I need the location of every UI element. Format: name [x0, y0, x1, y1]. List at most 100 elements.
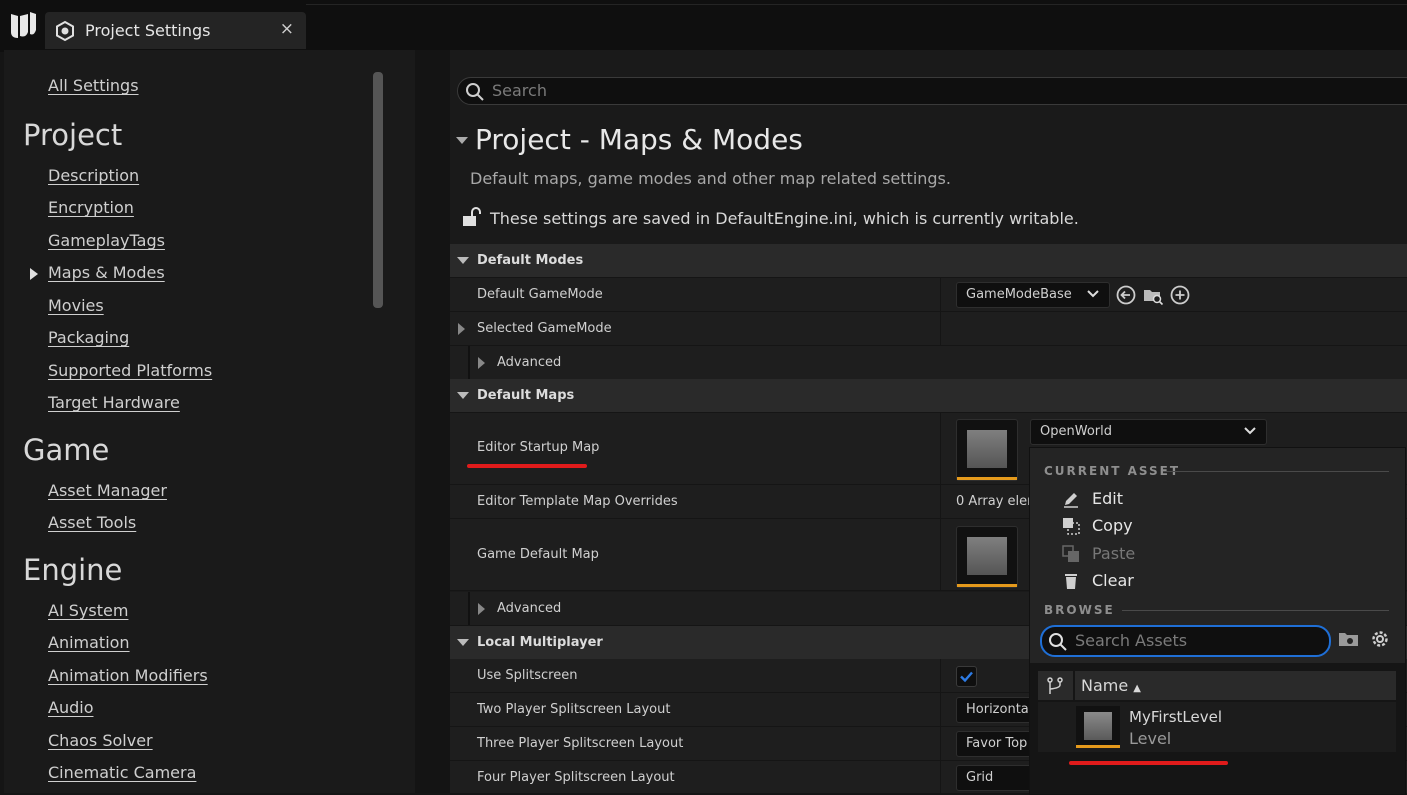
- asset-type: Level: [1129, 729, 1172, 748]
- property-label: Four Player Splitscreen Layout: [477, 770, 675, 785]
- sidebar-item-encryption[interactable]: Encryption: [48, 198, 134, 217]
- dropdown-value: GameModeBase: [966, 287, 1072, 302]
- column-divider: [940, 761, 941, 793]
- sidebar-all-settings[interactable]: All Settings: [48, 76, 139, 95]
- column-divider: [940, 727, 941, 760]
- project-settings-tab[interactable]: Project Settings ×: [45, 12, 306, 49]
- sidebar-item-packaging[interactable]: Packaging: [48, 328, 129, 347]
- chevron-down-icon: [1244, 427, 1256, 435]
- level-asset-thumbnail: [1076, 706, 1120, 748]
- current-asset-header: CURRENT ASSET: [1044, 464, 1181, 478]
- sidebar-item-target-hardware[interactable]: Target Hardware: [48, 393, 180, 412]
- add-new-icon[interactable]: [1169, 284, 1191, 306]
- column-divider: [1073, 671, 1075, 700]
- editor-startup-map-thumbnail[interactable]: [956, 419, 1018, 481]
- sidebar-heading-project: Project: [23, 118, 123, 152]
- expand-caret-icon: [478, 357, 485, 369]
- settings-gear-icon[interactable]: [1369, 628, 1391, 650]
- section-collapse-caret-icon[interactable]: [456, 137, 468, 144]
- search-icon: [466, 83, 484, 101]
- category-caret-icon: [457, 392, 469, 399]
- property-label: Selected GameMode: [477, 321, 612, 336]
- close-tab-icon[interactable]: ×: [280, 19, 294, 39]
- use-selected-arrow-icon[interactable]: [1115, 284, 1137, 306]
- sidebar-item-description[interactable]: Description: [48, 166, 139, 185]
- column-divider: [940, 312, 941, 345]
- menu-item-edit[interactable]: Edit: [1062, 487, 1362, 513]
- asset-list: Name ▲ MyFirstLevel Level: [1030, 663, 1405, 794]
- level-thumbnail-icon: [967, 537, 1007, 575]
- array-count-value: 0 Array elem: [956, 494, 1040, 509]
- category-default-modes[interactable]: Default Modes: [450, 244, 1407, 278]
- selected-arrow-icon: [30, 268, 38, 280]
- indent-guide: [468, 592, 470, 625]
- browse-folder-icon[interactable]: [1142, 284, 1164, 306]
- column-name-label: Name: [1081, 676, 1129, 695]
- sidebar-item-supported-platforms[interactable]: Supported Platforms: [48, 361, 212, 380]
- sidebar-item-audio[interactable]: Audio: [48, 698, 93, 717]
- annotation-underline-asset: [1069, 761, 1228, 765]
- editor-startup-map-dropdown[interactable]: OpenWorld: [1030, 419, 1267, 445]
- source-control-branch-icon[interactable]: [1046, 677, 1064, 695]
- sidebar-item-movies[interactable]: Movies: [48, 296, 104, 315]
- annotation-underline-label: [467, 464, 587, 468]
- paste-icon: [1062, 545, 1079, 562]
- expand-caret-icon: [458, 323, 465, 335]
- unreal-logo-icon[interactable]: [6, 8, 40, 42]
- search-icon: [1049, 633, 1067, 651]
- sidebar-item-maps-modes[interactable]: Maps & Modes: [48, 263, 165, 282]
- browse-header: BROWSE: [1044, 603, 1115, 617]
- property-row-selected-gamemode[interactable]: Selected GameMode: [450, 312, 1407, 346]
- sidebar-item-cinematic-camera[interactable]: Cinematic Camera: [48, 763, 196, 782]
- panel-gutter: [415, 50, 450, 793]
- default-gamemode-dropdown[interactable]: GameModeBase: [956, 282, 1110, 308]
- column-header-name[interactable]: Name ▲: [1081, 676, 1141, 695]
- property-label: Use Splitscreen: [477, 668, 578, 683]
- sidebar-item-asset-manager[interactable]: Asset Manager: [48, 481, 167, 500]
- property-label: Three Player Splitscreen Layout: [477, 736, 684, 751]
- use-splitscreen-checkbox[interactable]: [956, 666, 977, 687]
- config-save-note: These settings are saved in DefaultEngin…: [490, 209, 1079, 228]
- property-row-default-gamemode: Default GameMode: [450, 278, 1407, 312]
- sidebar-item-chaos-solver[interactable]: Chaos Solver: [48, 731, 153, 750]
- asset-type-color-bar: [1076, 745, 1120, 748]
- column-divider: [940, 659, 941, 692]
- sidebar-scrollbar[interactable]: [373, 72, 383, 308]
- menu-item-paste: Paste: [1062, 542, 1362, 568]
- sidebar-item-asset-tools[interactable]: Asset Tools: [48, 513, 136, 532]
- category-label: Local Multiplayer: [477, 635, 603, 650]
- title-bar: Project Settings ×: [0, 0, 1407, 52]
- settings-search-input[interactable]: Search: [457, 77, 1407, 105]
- property-label: Advanced: [497, 355, 562, 370]
- indent-guide: [468, 346, 470, 379]
- sidebar-item-animation[interactable]: Animation: [48, 633, 130, 652]
- dropdown-value: Favor Top: [966, 736, 1028, 751]
- menu-item-clear[interactable]: Clear: [1062, 569, 1362, 595]
- property-label: Advanced: [497, 601, 562, 616]
- menu-divider: [1163, 471, 1389, 472]
- dropdown-value: Horizontal: [966, 702, 1033, 717]
- asset-row-myfirstlevel[interactable]: MyFirstLevel Level: [1038, 702, 1396, 752]
- menu-item-label: Edit: [1092, 489, 1123, 508]
- asset-search-input[interactable]: Search Assets: [1040, 625, 1331, 657]
- folder-search-icon[interactable]: [1338, 629, 1360, 649]
- sidebar-item-ai-system[interactable]: AI System: [48, 601, 128, 620]
- menu-item-label: Copy: [1092, 516, 1133, 535]
- asset-picker-menu: CURRENT ASSET Edit Copy Paste Clear BROW…: [1029, 447, 1406, 795]
- property-row-advanced-modes[interactable]: Advanced: [450, 346, 1407, 380]
- sidebar-item-animation-modifiers[interactable]: Animation Modifiers: [48, 666, 208, 685]
- sidebar-heading-engine: Engine: [23, 553, 123, 587]
- asset-name: MyFirstLevel: [1129, 708, 1222, 726]
- settings-cube-icon: [56, 20, 74, 42]
- game-default-map-thumbnail[interactable]: [956, 526, 1018, 588]
- property-label: Default GameMode: [477, 287, 603, 302]
- category-label: Default Modes: [477, 253, 584, 268]
- sidebar-item-gameplaytags[interactable]: GameplayTags: [48, 231, 165, 250]
- trash-icon: [1065, 574, 1077, 589]
- sort-ascending-icon: ▲: [1133, 683, 1141, 694]
- menu-item-copy[interactable]: Copy: [1062, 514, 1362, 540]
- tab-title: Project Settings: [85, 21, 211, 40]
- category-default-maps[interactable]: Default Maps: [450, 379, 1407, 413]
- page-title: Project - Maps & Modes: [475, 123, 803, 156]
- title-bar-divider: [306, 4, 1407, 5]
